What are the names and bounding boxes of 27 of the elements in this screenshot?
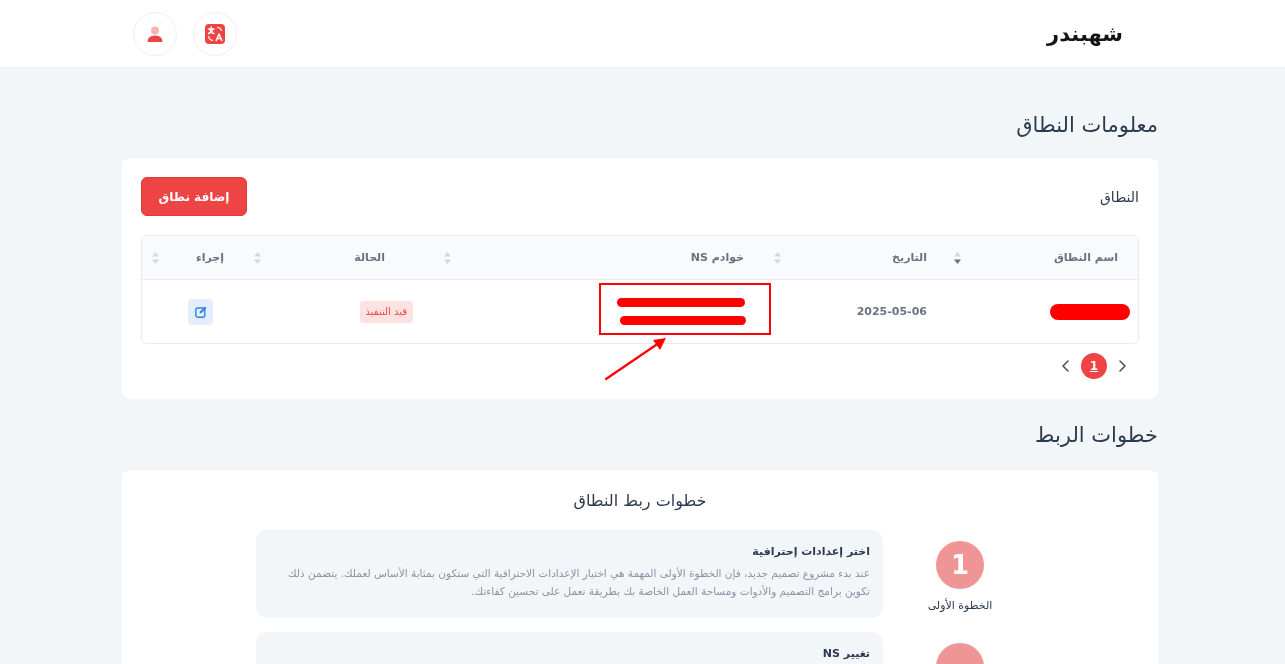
card-label: النطاق [1100, 188, 1139, 205]
user-button[interactable] [133, 11, 177, 56]
user-icon [147, 25, 163, 42]
step-number: 1 [936, 541, 984, 589]
step-label: الخطوة الأولى [927, 599, 993, 612]
date-text: 2025-05-06 [856, 305, 927, 318]
status-badge: قيد التنفيذ [359, 300, 413, 323]
column-header[interactable]: التاريخ [764, 236, 944, 280]
column-header[interactable]: اسم النطاق [944, 236, 1138, 280]
step-title: تغيير NS [821, 646, 870, 662]
translate-icon [205, 23, 225, 44]
page-number-button[interactable]: 1 [1081, 353, 1107, 379]
card-title: خطوات ربط النطاق [573, 491, 707, 510]
section-title: خطوات الربط [1035, 423, 1158, 447]
step-title: اختر إعدادات إحترافية [751, 544, 870, 560]
column-header[interactable]: خوادم NS [434, 236, 764, 280]
chevron-right-icon [1119, 360, 1126, 372]
edit-button[interactable] [188, 298, 213, 325]
add-domain-button[interactable]: إضافة نطاق [141, 177, 247, 216]
column-header[interactable]: إجراء [142, 236, 244, 280]
logo[interactable]: شهبندر [1047, 19, 1123, 48]
edit-icon [194, 305, 207, 318]
section-title: معلومات النطاق [1016, 113, 1158, 137]
language-button[interactable] [193, 11, 237, 56]
step-description: عند بدء مشروع تصميم جديد، فإن الخطوة الأولى المهمة هي اختيار الإعدادات الاحترافية التي ستكون بمثابة الأساس لعملك. يتضمن ذلك تكوين برامج التصميم والأدوات ومساحة العمل الخاصة بك بطريقة تعمل على تحسين كفاءتك. [287, 566, 870, 600]
chevron-left-icon [1062, 360, 1069, 372]
column-header[interactable]: الحالة [244, 236, 434, 280]
